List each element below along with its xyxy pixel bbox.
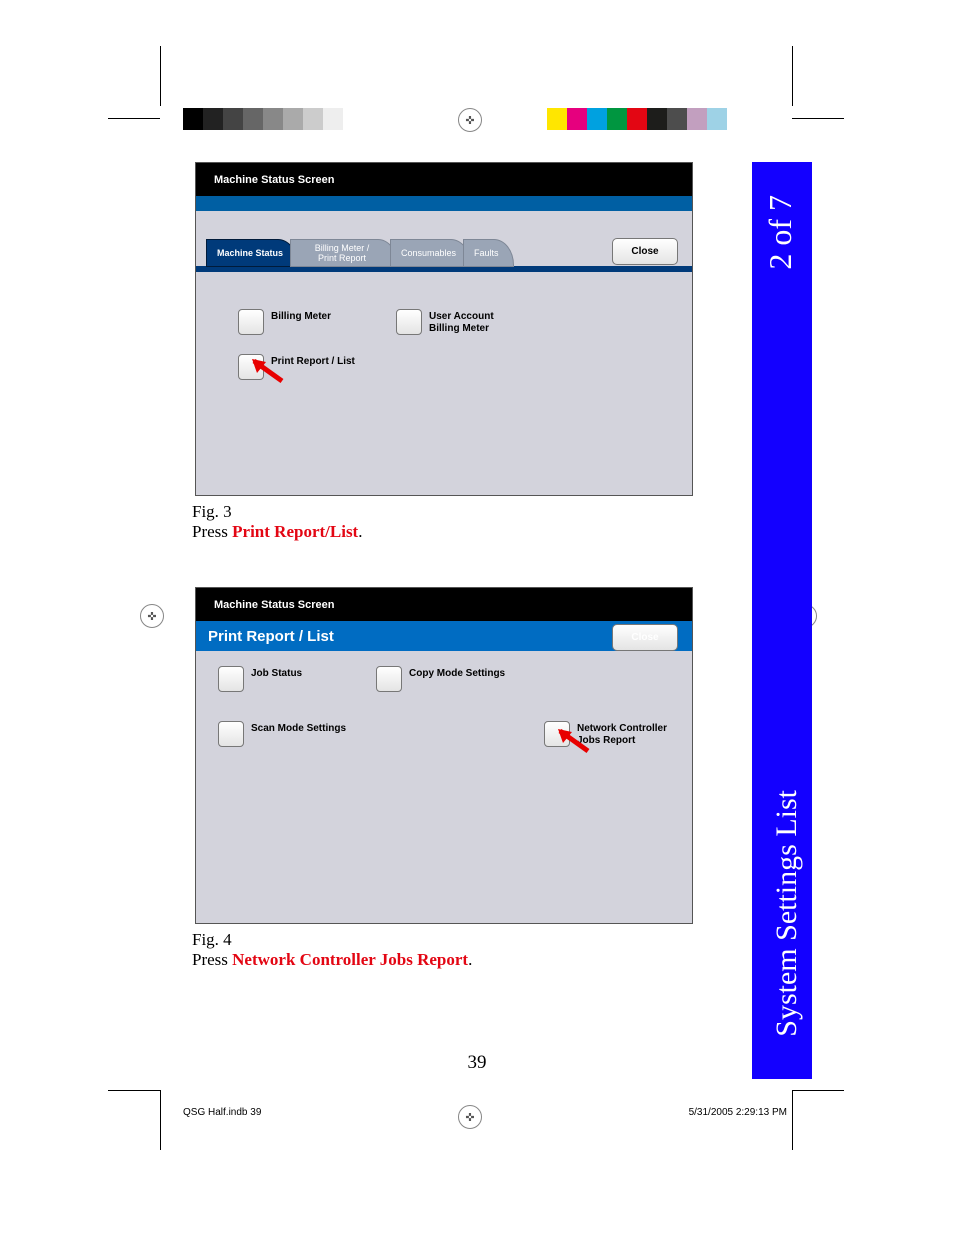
color-swatch xyxy=(587,108,607,130)
panel-heading: Print Report / List Close xyxy=(196,621,692,651)
scan-mode-settings-button[interactable]: Scan Mode Settings xyxy=(218,721,346,747)
user-account-billing-meter-button[interactable]: User Account Billing Meter xyxy=(396,309,494,335)
footer-timestamp: 5/31/2005 2:29:13 PM xyxy=(689,1107,787,1118)
screen-title: Machine Status Screen xyxy=(196,163,692,196)
color-swatch xyxy=(627,108,647,130)
tab-label: Billing Meter / Print Report xyxy=(315,243,370,263)
job-status-button[interactable]: Job Status xyxy=(218,666,302,692)
toolbar xyxy=(196,196,692,211)
billing-meter-button[interactable]: Billing Meter xyxy=(238,309,331,335)
button-label: Close xyxy=(631,632,658,643)
tab-billing-meter[interactable]: Billing Meter / Print Report xyxy=(290,239,398,267)
color-swatch xyxy=(383,108,403,130)
button-icon xyxy=(544,721,570,747)
button-label: Network Controller Jobs Report xyxy=(577,721,667,747)
fig4-screenshot: Machine Status Screen Print Report / Lis… xyxy=(195,587,693,924)
color-swatch xyxy=(263,108,283,130)
figure-number: Fig. 4 xyxy=(192,930,232,949)
color-swatch xyxy=(647,108,667,130)
fig3-caption: Fig. 3 Press Print Report/List. xyxy=(192,502,362,542)
color-swatch xyxy=(323,108,343,130)
tab-machine-status[interactable]: Machine Status xyxy=(206,239,298,267)
print-report-list-button[interactable]: Print Report / List xyxy=(238,354,355,380)
color-swatch xyxy=(727,108,747,130)
button-label: Job Status xyxy=(251,666,302,680)
button-icon xyxy=(376,666,402,692)
copy-mode-settings-button[interactable]: Copy Mode Settings xyxy=(376,666,505,692)
page-of-label: 2 of 7 xyxy=(762,195,799,270)
close-button[interactable]: Close xyxy=(612,238,678,265)
caption-text: Press xyxy=(192,950,232,969)
color-swatch xyxy=(343,108,363,130)
button-label: Billing Meter xyxy=(271,309,331,323)
button-label: Copy Mode Settings xyxy=(409,666,505,680)
heading-label: Print Report / List xyxy=(208,628,334,645)
color-swatch xyxy=(667,108,687,130)
color-swatch xyxy=(707,108,727,130)
footer-filename: QSG Half.indb 39 xyxy=(183,1107,261,1118)
color-swatch xyxy=(183,108,203,130)
caption-text: Press xyxy=(192,522,232,541)
color-swatch xyxy=(363,108,383,130)
registration-mark-top: ✜ xyxy=(458,108,482,132)
button-icon xyxy=(396,309,422,335)
button-label: Scan Mode Settings xyxy=(251,721,346,735)
registration-mark-bottom: ✜ xyxy=(458,1105,482,1129)
caption-highlight: Print Report/List xyxy=(232,522,358,541)
button-label: Print Report / List xyxy=(271,354,355,368)
caption-highlight: Network Controller Jobs Report xyxy=(232,950,468,969)
tab-label: Faults xyxy=(474,248,499,258)
tab-faults[interactable]: Faults xyxy=(463,239,514,267)
tab-label: Consumables xyxy=(401,248,456,258)
fig4-caption: Fig. 4 Press Network Controller Jobs Rep… xyxy=(192,930,472,970)
color-swatch xyxy=(223,108,243,130)
caption-text: . xyxy=(468,950,472,969)
network-controller-jobs-report-button[interactable]: Network Controller Jobs Report xyxy=(544,721,667,747)
button-label: Close xyxy=(631,246,658,257)
button-icon xyxy=(218,666,244,692)
section-title: System Settings List xyxy=(770,790,804,1037)
figure-number: Fig. 3 xyxy=(192,502,232,521)
tab-label: Machine Status xyxy=(217,248,283,258)
color-swatch xyxy=(303,108,323,130)
color-swatch xyxy=(243,108,263,130)
screen-title: Machine Status Screen xyxy=(196,588,692,621)
color-swatch xyxy=(567,108,587,130)
page-number: 39 xyxy=(0,1052,954,1074)
color-swatch xyxy=(687,108,707,130)
color-swatch xyxy=(547,108,567,130)
button-label: User Account Billing Meter xyxy=(429,309,494,335)
fig3-screenshot: Machine Status Screen Machine Status Bil… xyxy=(195,162,693,496)
close-button[interactable]: Close xyxy=(612,624,678,651)
tab-consumables[interactable]: Consumables xyxy=(390,239,471,267)
color-swatch xyxy=(283,108,303,130)
button-icon xyxy=(238,354,264,380)
color-swatch xyxy=(607,108,627,130)
color-swatch xyxy=(203,108,223,130)
caption-text: . xyxy=(358,522,362,541)
button-icon xyxy=(238,309,264,335)
button-icon xyxy=(218,721,244,747)
registration-mark-left: ✜ xyxy=(140,604,164,628)
